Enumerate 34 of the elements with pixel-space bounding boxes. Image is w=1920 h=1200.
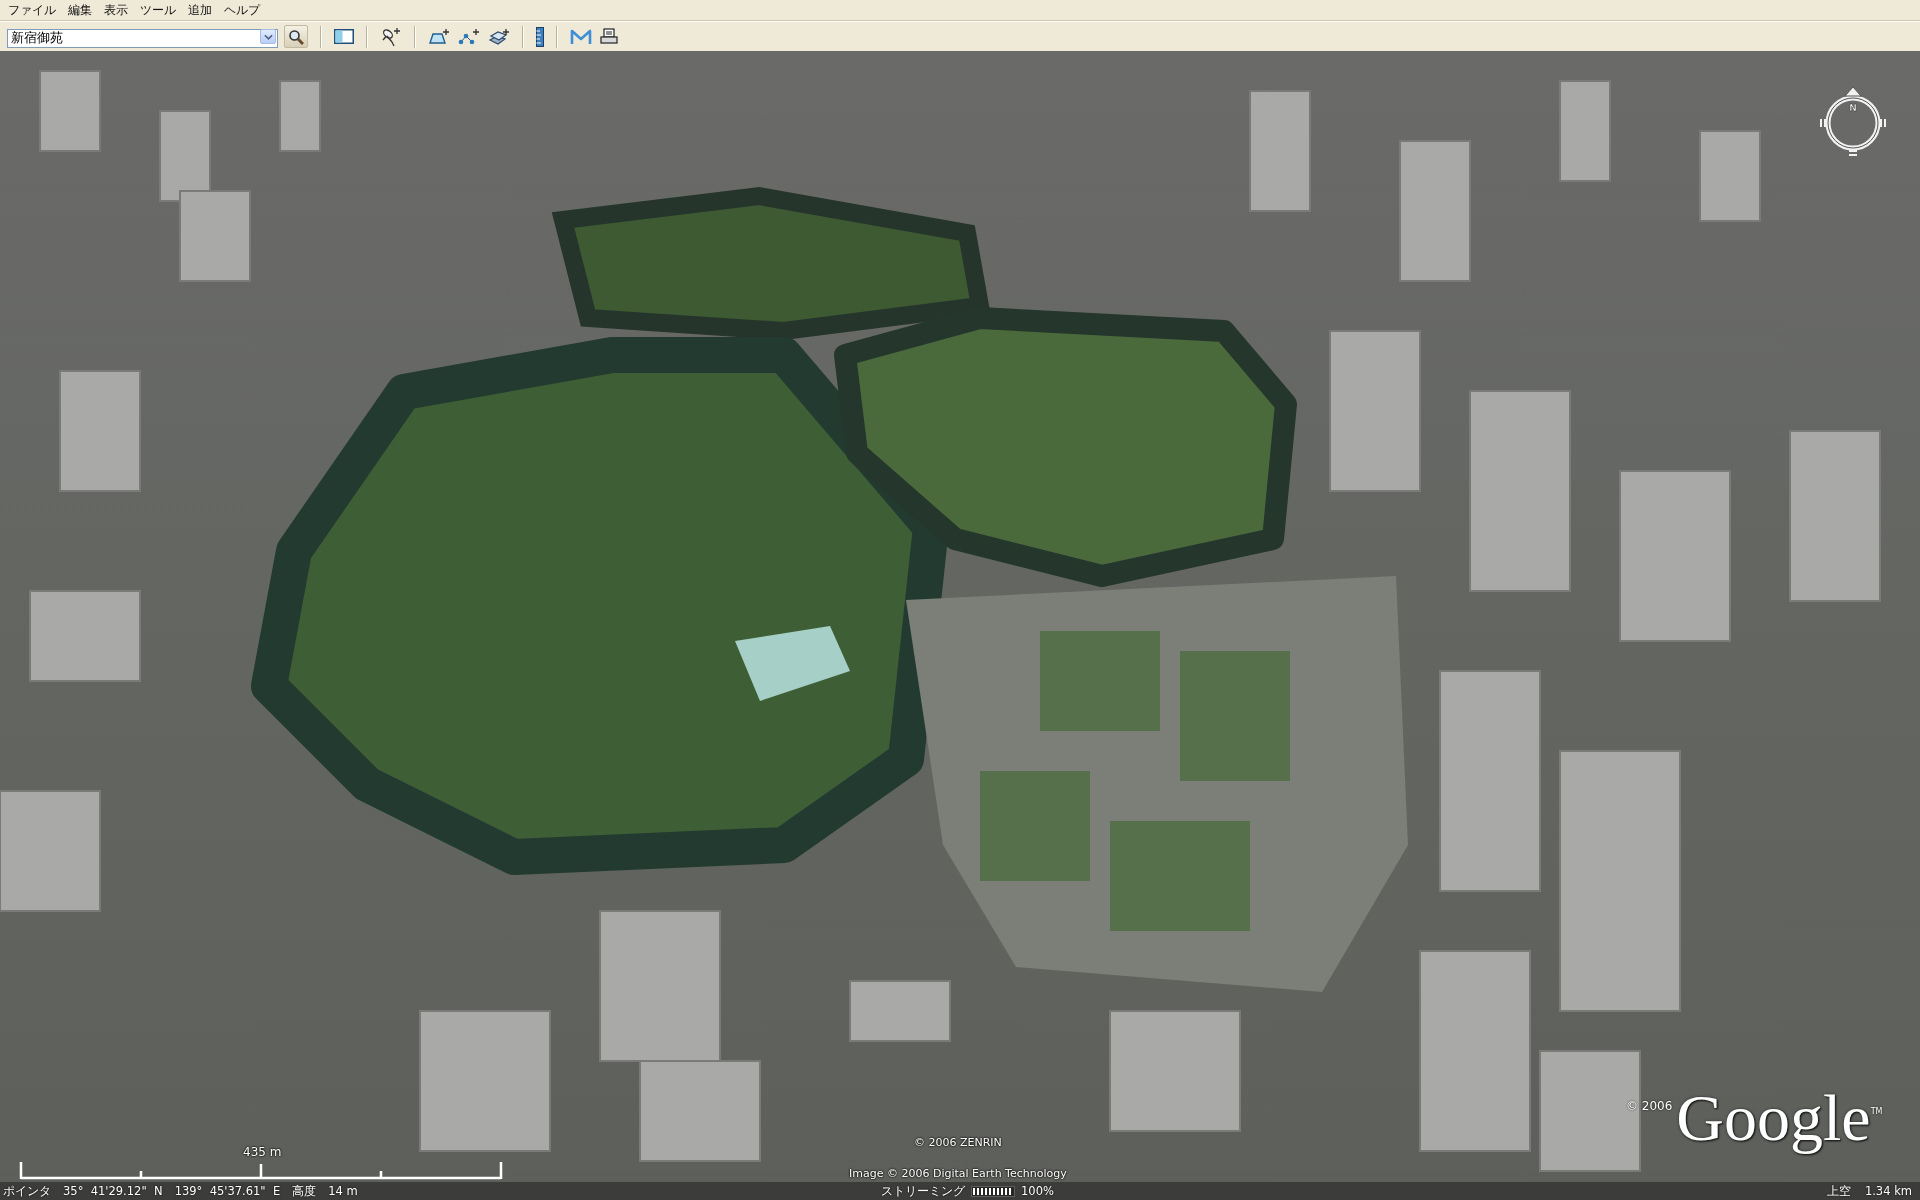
print-icon[interactable] (600, 28, 618, 45)
attribution-text: Image © 2006 Digital Earth Technology (849, 1167, 1067, 1180)
scale-label: 435 m (243, 1145, 282, 1159)
menu-item[interactable]: ツール (134, 1, 182, 19)
trademark-mark: TM (1870, 1107, 1883, 1116)
mail-icon[interactable] (570, 28, 592, 45)
eye-altitude-label: 上空 (1826, 1183, 1851, 1199)
path-add-icon[interactable] (458, 27, 480, 46)
caret-icon (263, 33, 273, 40)
attribution-text: © 2006 ZENRIN (914, 1136, 1002, 1149)
menu-item[interactable]: 編集 (62, 1, 98, 19)
logo-copyright: © 2006 (1626, 1099, 1673, 1113)
menu-item[interactable]: ヘルプ (218, 1, 266, 19)
dropdown-button[interactable] (260, 29, 276, 44)
elevation-value: 14 m (328, 1184, 358, 1198)
search-field[interactable]: 新宿御苑 (7, 28, 278, 48)
search-button[interactable] (284, 25, 308, 48)
layers-add-icon[interactable] (488, 27, 510, 46)
pointer-label: ポインタ (3, 1183, 51, 1199)
menu-item[interactable]: ファイル (2, 1, 62, 19)
streaming-label: ストリーミング (881, 1183, 965, 1199)
polygon-add-icon[interactable] (428, 27, 450, 46)
ruler-icon[interactable] (536, 26, 544, 47)
sidebar-toggle-icon[interactable] (334, 29, 354, 44)
longitude-value: 139° 45'37.61" E (174, 1184, 281, 1198)
menu-item[interactable]: 表示 (98, 1, 134, 19)
aerial-map-drawing[interactable] (0, 51, 1920, 1200)
menu-item[interactable]: 追加 (182, 1, 218, 19)
eye-altitude-value: 1.34 km (1864, 1184, 1912, 1198)
elevation-label: 高度 (292, 1183, 317, 1199)
streaming-percent: 100% (1021, 1184, 1054, 1198)
latitude-value: 35° 41'29.12" N (63, 1184, 163, 1198)
pushpin-add-icon[interactable] (380, 26, 402, 47)
search-icon (288, 28, 304, 45)
